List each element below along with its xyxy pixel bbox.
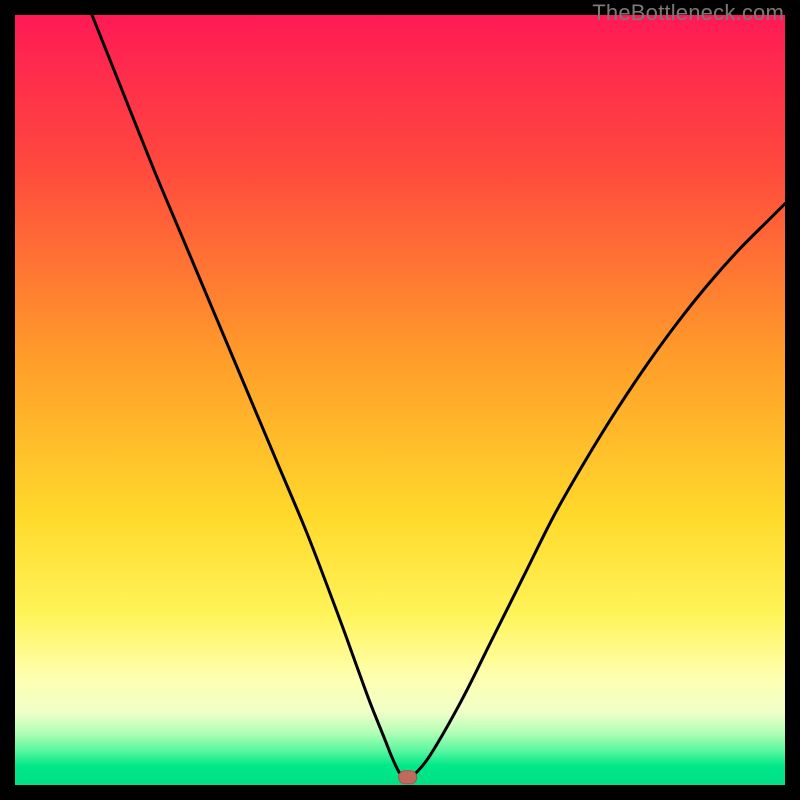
- gradient-background: [15, 15, 785, 785]
- optimal-point-marker: [399, 771, 417, 784]
- plot-frame: [15, 15, 785, 785]
- watermark-text: TheBottleneck.com: [592, 0, 784, 26]
- bottleneck-chart: [15, 15, 785, 785]
